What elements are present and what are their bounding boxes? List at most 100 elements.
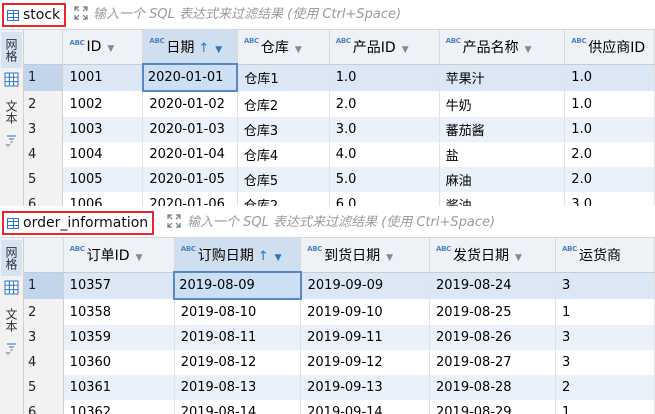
table-cell[interactable]: 1006 bbox=[62, 192, 144, 206]
table-cell[interactable]: 2020-01-06 bbox=[142, 192, 238, 206]
table-cell[interactable]: 牛奶 bbox=[439, 91, 566, 117]
table-row[interactable]: 6 10362 2019-08-14 2019-09-14 2019-08-29… bbox=[24, 400, 655, 414]
column-header-arrival-date[interactable]: ABC 到货日期 ▼ bbox=[300, 238, 430, 273]
table-cell[interactable]: 2019-09-12 bbox=[300, 350, 430, 375]
column-header-product-id[interactable]: ABC 产品ID ▼ bbox=[329, 30, 440, 65]
table-cell[interactable]: 酱油 bbox=[439, 192, 566, 206]
dropdown-chevron-icon[interactable]: ▼ bbox=[295, 45, 302, 55]
side-tab-grid[interactable]: 网格 bbox=[1, 240, 22, 276]
table-cell[interactable]: 2019-09-09 bbox=[300, 272, 430, 299]
table-cell[interactable]: 10360 bbox=[63, 350, 175, 375]
table-cell[interactable]: 1 bbox=[555, 299, 655, 325]
table-cell[interactable]: 2 bbox=[555, 375, 655, 400]
table-cell[interactable]: 10359 bbox=[63, 325, 175, 350]
row-number[interactable]: 2 bbox=[24, 91, 64, 117]
grid-view-icon[interactable] bbox=[4, 72, 19, 87]
table-cell[interactable]: 10357 bbox=[63, 272, 175, 299]
table-cell[interactable]: 2.0 bbox=[564, 167, 655, 192]
column-header-product-name[interactable]: ABC 产品名称 ▼ bbox=[439, 30, 566, 65]
table-cell[interactable]: 3 bbox=[555, 325, 655, 350]
table-cell[interactable]: 1004 bbox=[62, 142, 144, 167]
filter-input[interactable] bbox=[93, 0, 648, 28]
table-cell[interactable]: 2020-01-05 bbox=[142, 167, 238, 192]
table-cell[interactable]: 2019-08-10 bbox=[174, 299, 302, 325]
table-cell[interactable]: 1.0 bbox=[564, 64, 655, 91]
column-header-supplier-id[interactable]: ABC 供应商ID bbox=[564, 30, 655, 65]
table-cell[interactable]: 1.0 bbox=[564, 117, 655, 142]
filter-icon[interactable] bbox=[5, 342, 18, 355]
dropdown-chevron-icon[interactable]: ▼ bbox=[136, 253, 143, 263]
row-number[interactable]: 4 bbox=[24, 142, 64, 167]
table-cell[interactable]: 苹果汁 bbox=[439, 64, 566, 91]
table-cell[interactable]: 2.0 bbox=[564, 142, 655, 167]
table-cell[interactable]: 2019-08-12 bbox=[174, 350, 302, 375]
table-cell[interactable]: 2019-08-28 bbox=[429, 375, 556, 400]
table-cell[interactable]: 仓库3 bbox=[237, 117, 330, 142]
side-tab-text[interactable]: 文本 bbox=[1, 302, 22, 338]
table-cell[interactable]: 2019-08-26 bbox=[429, 325, 556, 350]
table-cell[interactable]: 1.0 bbox=[564, 91, 655, 117]
dropdown-chevron-icon[interactable]: ▼ bbox=[525, 45, 532, 55]
column-header-date[interactable]: ABC 日期 ↑ ▼ bbox=[142, 30, 238, 65]
column-header-id[interactable]: ABC ID ▼ bbox=[62, 30, 144, 65]
row-number[interactable]: 5 bbox=[24, 167, 64, 192]
result-tab-stock[interactable]: stock bbox=[2, 3, 67, 27]
table-cell[interactable]: 麻油 bbox=[439, 167, 566, 192]
column-header-shipper[interactable]: ABC 运货商 bbox=[555, 238, 655, 273]
table-cell[interactable]: 3 bbox=[555, 350, 655, 375]
side-tab-grid[interactable]: 网格 bbox=[1, 32, 22, 68]
row-number[interactable]: 3 bbox=[24, 325, 64, 350]
table-cell[interactable]: 6.0 bbox=[329, 192, 440, 206]
table-cell[interactable]: 1003 bbox=[62, 117, 144, 142]
table-cell[interactable]: 2019-09-14 bbox=[300, 400, 430, 414]
dropdown-chevron-icon[interactable]: ▼ bbox=[215, 45, 222, 55]
table-row[interactable]: 4 1004 2020-01-04 仓库4 4.0 盐 2.0 bbox=[24, 142, 655, 167]
table-cell[interactable]: 2019-08-29 bbox=[429, 400, 556, 414]
table-cell[interactable]: 1.0 bbox=[329, 64, 440, 91]
table-cell[interactable]: 2019-08-24 bbox=[429, 272, 556, 299]
table-row[interactable]: 2 10358 2019-08-10 2019-09-10 2019-08-25… bbox=[24, 299, 655, 325]
table-cell[interactable]: 2020-01-03 bbox=[142, 117, 238, 142]
table-cell[interactable]: 10358 bbox=[63, 299, 175, 325]
table-cell[interactable]: 2.0 bbox=[329, 91, 440, 117]
table-cell[interactable]: 仓库1 bbox=[237, 64, 330, 91]
table-cell[interactable]: 2020-01-04 bbox=[142, 142, 238, 167]
table-cell-selected[interactable]: 2019-08-09 bbox=[173, 271, 302, 300]
table-cell[interactable]: 仓库5 bbox=[237, 167, 330, 192]
row-number[interactable]: 4 bbox=[24, 350, 64, 375]
table-cell[interactable]: 3 bbox=[555, 272, 655, 299]
table-cell[interactable]: 5.0 bbox=[329, 167, 440, 192]
dropdown-chevron-icon[interactable]: ▼ bbox=[275, 253, 282, 263]
row-number[interactable]: 6 bbox=[24, 400, 64, 414]
table-row[interactable]: 5 1005 2020-01-05 仓库5 5.0 麻油 2.0 bbox=[24, 167, 655, 192]
column-header-ship-date[interactable]: ABC 发货日期 ▼ bbox=[429, 238, 556, 273]
row-number[interactable]: 6 bbox=[24, 192, 64, 206]
table-row[interactable]: 4 10360 2019-08-12 2019-09-12 2019-08-27… bbox=[24, 350, 655, 375]
sort-ascending-icon[interactable]: ↑ bbox=[258, 249, 269, 264]
table-cell[interactable]: 2019-08-25 bbox=[429, 299, 556, 325]
row-number[interactable]: 1 bbox=[24, 64, 64, 91]
filter-input[interactable] bbox=[187, 208, 649, 236]
table-cell[interactable]: 3.0 bbox=[329, 117, 440, 142]
table-cell[interactable]: 2019-08-14 bbox=[174, 400, 302, 414]
table-cell[interactable]: 2019-08-27 bbox=[429, 350, 556, 375]
grid-view-icon[interactable] bbox=[4, 280, 19, 295]
dropdown-chevron-icon[interactable]: ▼ bbox=[107, 44, 114, 54]
column-header-order-id[interactable]: ABC 订单ID ▼ bbox=[63, 238, 175, 273]
table-cell[interactable]: 1005 bbox=[62, 167, 144, 192]
table-cell[interactable]: 1001 bbox=[62, 64, 144, 91]
table-cell[interactable]: 2019-09-11 bbox=[300, 325, 430, 350]
table-cell[interactable]: 仓库2 bbox=[237, 192, 330, 206]
table-row[interactable]: 6 1006 2020-01-06 仓库2 6.0 酱油 3.0 bbox=[24, 192, 655, 206]
dropdown-chevron-icon[interactable]: ▼ bbox=[402, 45, 409, 55]
table-cell[interactable]: 盐 bbox=[439, 142, 566, 167]
filter-icon[interactable] bbox=[5, 134, 18, 147]
table-row[interactable]: 3 10359 2019-08-11 2019-09-11 2019-08-26… bbox=[24, 325, 655, 350]
table-row[interactable]: 1 10357 2019-08-09 2019-09-09 2019-08-24… bbox=[24, 271, 655, 300]
row-number[interactable]: 2 bbox=[24, 299, 64, 325]
side-tab-text[interactable]: 文本 bbox=[1, 94, 22, 130]
expand-icon[interactable] bbox=[167, 214, 181, 228]
row-number[interactable]: 1 bbox=[24, 272, 64, 299]
table-cell[interactable]: 1002 bbox=[62, 91, 144, 117]
table-cell[interactable]: 2019-09-13 bbox=[300, 375, 430, 400]
